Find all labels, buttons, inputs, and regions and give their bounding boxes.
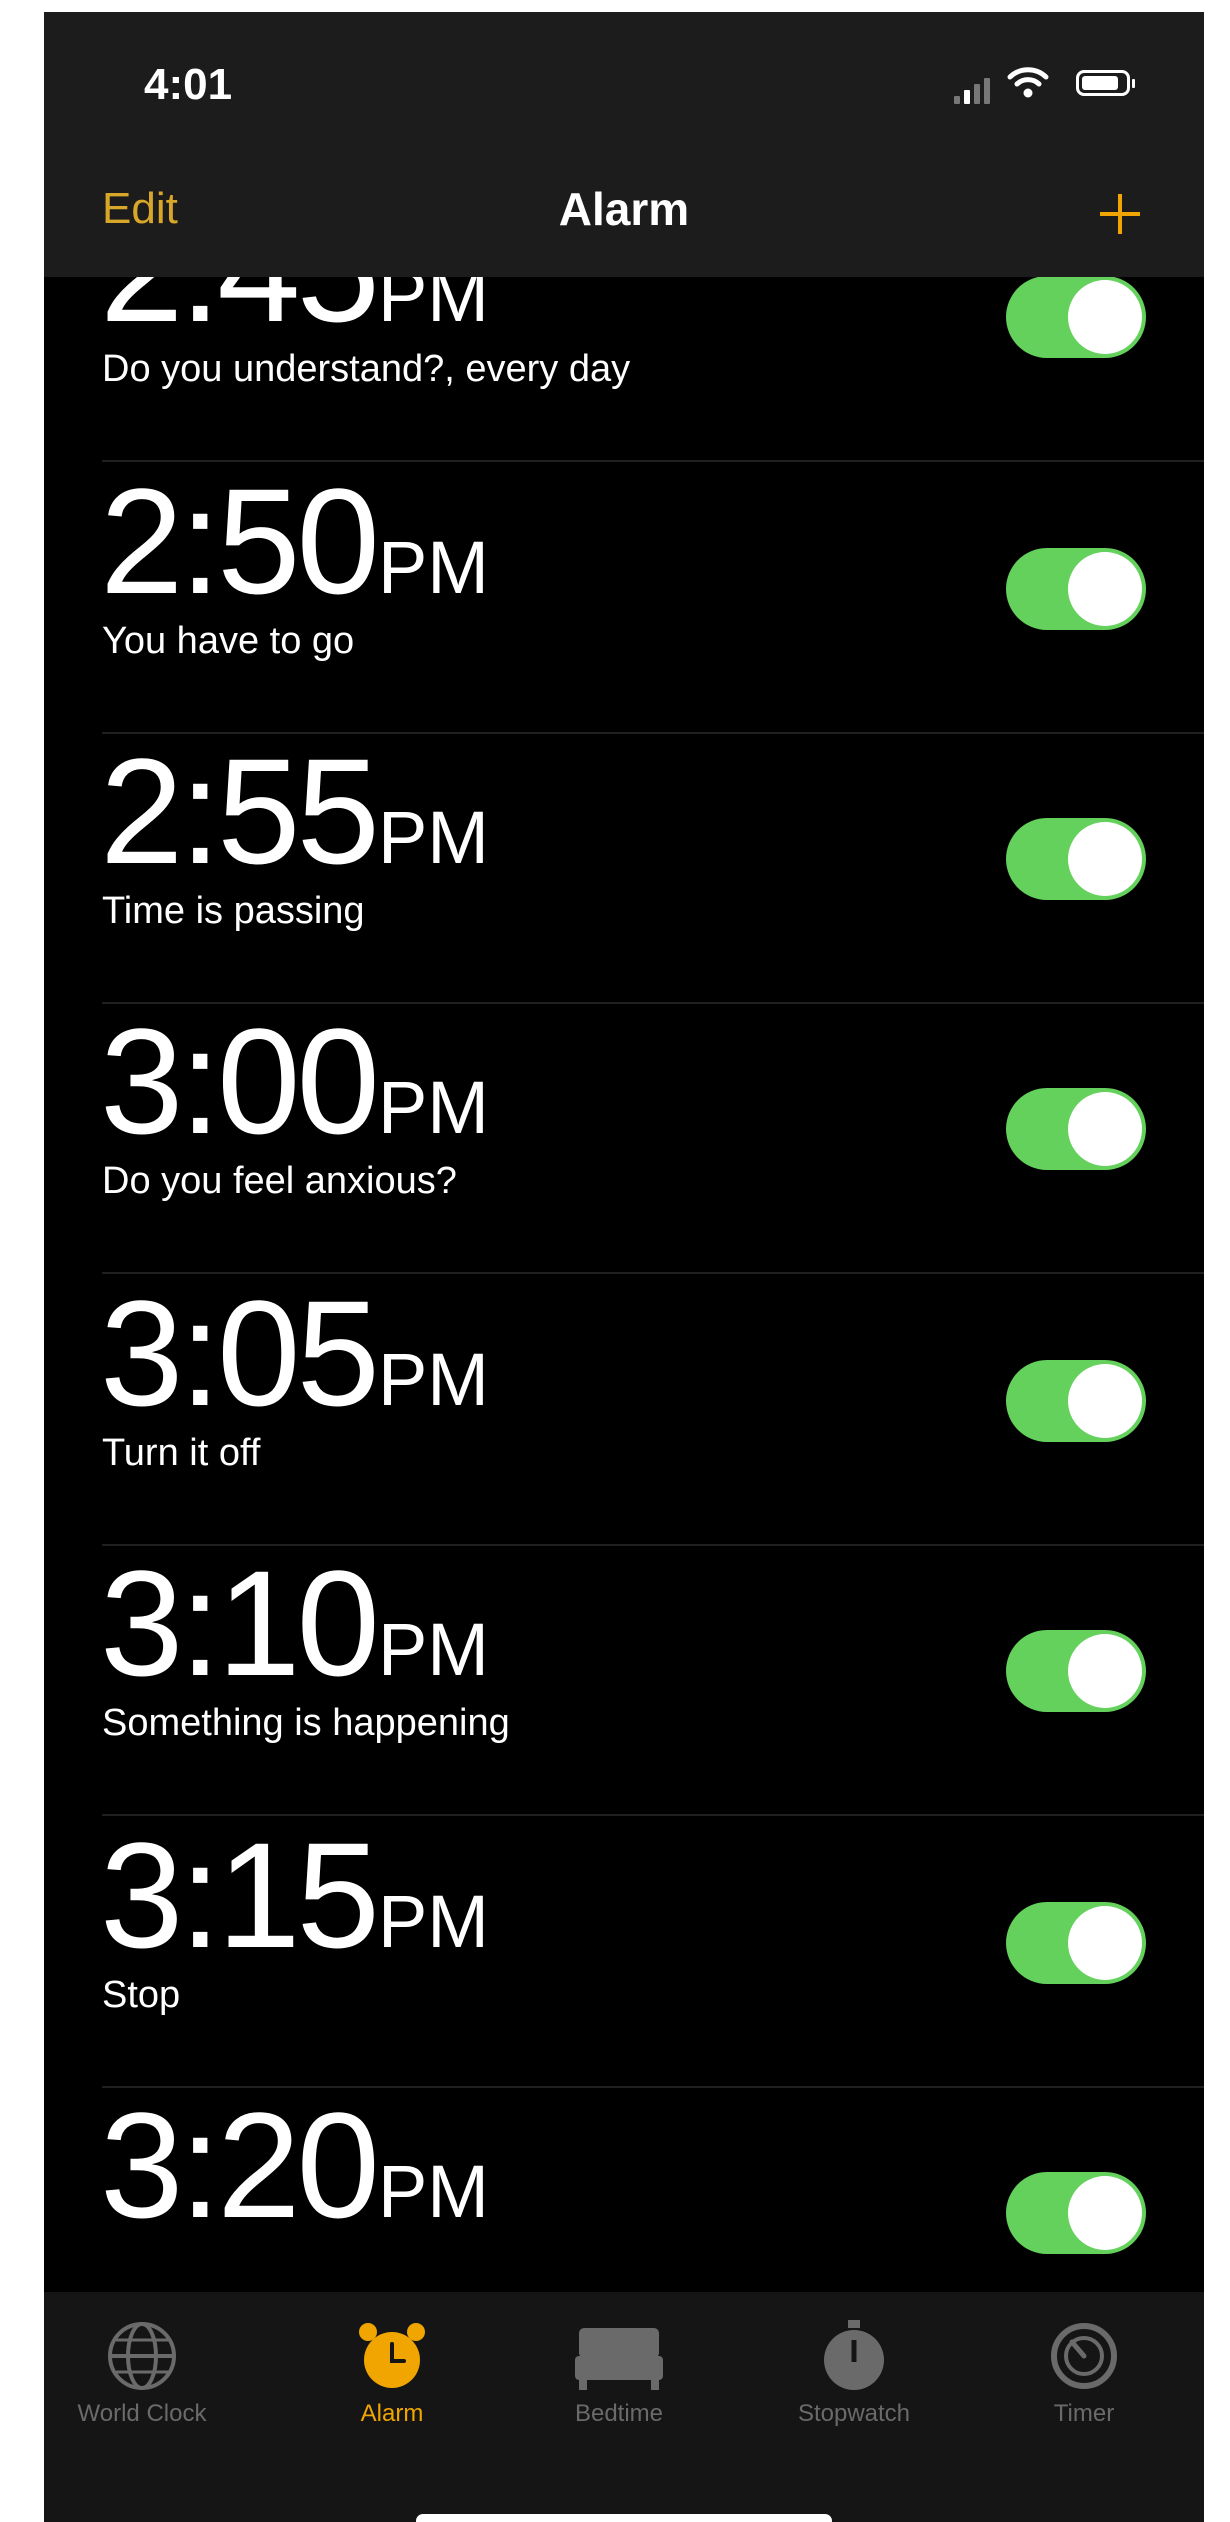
alarm-row[interactable]: 2:55PM Time is passing [44, 732, 1204, 1004]
alarm-row[interactable]: 3:10PM Something is happening [44, 1544, 1204, 1816]
alarm-row[interactable]: 3:05PM Turn it off [44, 1274, 1204, 1546]
globe-icon [104, 2318, 180, 2399]
signal-icon [954, 74, 994, 104]
alarm-ampm: PM [377, 1338, 489, 1421]
alarm-time-digits: 2:50 [100, 457, 380, 625]
phone-screen: 4:01 Edit Alarm 2:45PMDo you understand?… [44, 12, 1204, 2522]
alarm-ampm: PM [377, 796, 489, 879]
toggle-knob [1068, 280, 1142, 354]
tab-bedtime[interactable]: Bedtime [529, 2306, 709, 2446]
battery-level [1082, 76, 1118, 90]
alarm-label: Stop [102, 1974, 181, 2016]
alarm-time: 3:10PM [100, 1548, 489, 1725]
tab-stopwatch[interactable]: Stopwatch [764, 2306, 944, 2446]
alarm-toggle[interactable] [1006, 276, 1146, 358]
alarm-ampm: PM [377, 1880, 489, 1963]
status-time: 4:01 [144, 60, 233, 109]
battery-icon [1076, 70, 1135, 96]
stopwatch-icon [816, 2318, 892, 2399]
tab-timer[interactable]: Timer [994, 2306, 1174, 2446]
alarm-ampm: PM [377, 1608, 489, 1691]
alarm-time-digits: 3:15 [100, 1811, 380, 1979]
alarm-toggle[interactable] [1006, 1088, 1146, 1170]
alarm-row[interactable]: 3:00PM Do you feel anxious? [44, 1002, 1204, 1274]
alarm-toggle[interactable] [1006, 548, 1146, 630]
tab-world-clock[interactable]: World Clock [52, 2306, 232, 2446]
alarm-time-digits: 3:05 [100, 1269, 380, 1437]
alarm-time-digits: 3:20 [100, 2081, 380, 2249]
toggle-knob [1068, 2176, 1142, 2250]
alarm-ampm: PM [377, 526, 489, 609]
alarm-time: 3:15PM [100, 1820, 489, 1997]
alarm-time: 3:05PM [100, 1278, 489, 1455]
alarm-time: 3:00PM [100, 1006, 489, 1183]
alarm-toggle[interactable] [1006, 2172, 1146, 2254]
alarm-toggle[interactable] [1006, 1360, 1146, 1442]
page-title: Alarm [558, 183, 690, 235]
status-bar: 4:01 [44, 12, 1204, 162]
wifi-icon [1007, 67, 1049, 98]
toggle-knob [1068, 1906, 1142, 1980]
alarm-label: Time is passing [102, 890, 365, 932]
alarm-ampm: PM [377, 1066, 489, 1149]
alarm-time: 3:20PM [100, 2090, 489, 2267]
tab-label: World Clock [77, 2400, 207, 2427]
alarm-time-digits: 3:10 [100, 1539, 380, 1707]
toggle-knob [1068, 1364, 1142, 1438]
timer-icon [1046, 2318, 1122, 2399]
bed-icon [571, 2318, 667, 2399]
alarm-ampm: PM [377, 2150, 489, 2233]
alarm-label: Turn it off [102, 1432, 261, 1474]
alarm-label: You have to go [102, 620, 355, 662]
toggle-knob [1068, 822, 1142, 896]
add-alarm-button[interactable] [1084, 178, 1154, 248]
tab-label: Timer [1053, 2400, 1115, 2427]
toggle-knob [1068, 1634, 1142, 1708]
toggle-knob [1068, 552, 1142, 626]
alarm-time-digits: 3:00 [100, 997, 380, 1165]
tab-alarm[interactable]: Alarm [302, 2306, 482, 2446]
alarm-time: 2:50PM [100, 466, 489, 643]
alarm-toggle[interactable] [1006, 1902, 1146, 1984]
alarm-row[interactable]: 2:50PM You have to go [44, 462, 1204, 734]
alarm-row[interactable]: 3:15PM Stop [44, 1816, 1204, 2088]
tab-label: Alarm [360, 2400, 424, 2427]
alarm-label: Do you feel anxious? [102, 1160, 457, 1202]
toggle-knob [1068, 1092, 1142, 1166]
tab-label: Bedtime [574, 2400, 664, 2427]
nav-bar: Edit Alarm [44, 162, 1204, 277]
alarm-time: 2:55PM [100, 736, 489, 913]
alarm-label: Do you understand?, every day [102, 348, 631, 390]
alarm-toggle[interactable] [1006, 818, 1146, 900]
alarm-clock-icon [354, 2318, 430, 2399]
alarm-label: Something is happening [102, 1702, 510, 1744]
alarm-time-digits: 2:55 [100, 727, 380, 895]
home-indicator[interactable] [416, 2514, 832, 2522]
tab-bar: World Clock Alarm Bedtime Stopwatch Timer [44, 2292, 1204, 2522]
tab-label: Stopwatch [797, 2400, 911, 2427]
alarm-toggle[interactable] [1006, 1630, 1146, 1712]
